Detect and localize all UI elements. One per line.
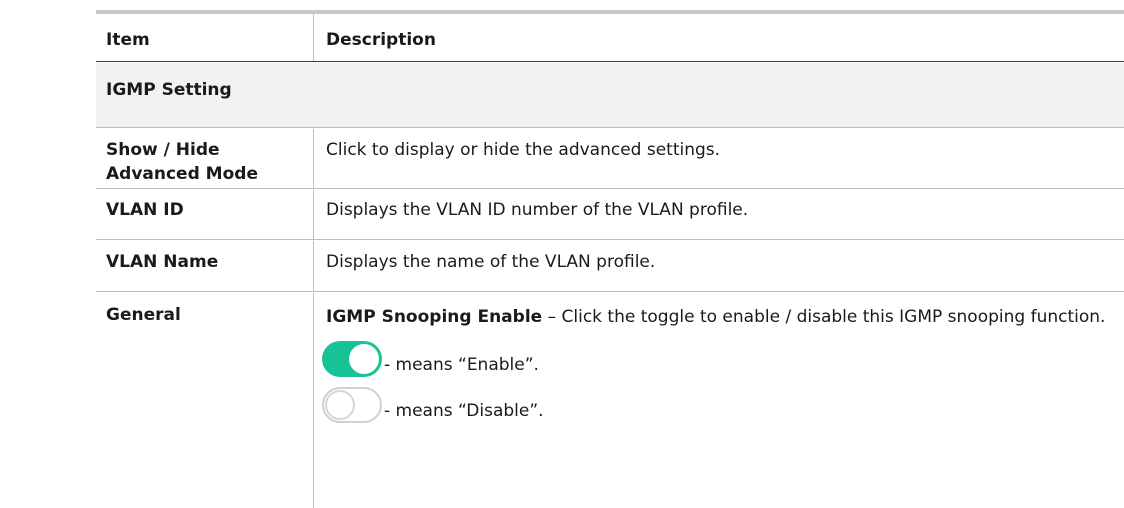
section-row: IGMP Setting xyxy=(96,63,1124,128)
section-title: IGMP Setting xyxy=(106,80,232,100)
igmp-snooping-paragraph: IGMP Snooping Enable – Click the toggle … xyxy=(326,304,1112,331)
row-item-vlan-name: VLAN Name xyxy=(96,241,314,291)
row-description-advanced-mode: Click to display or hide the advanced se… xyxy=(326,140,721,160)
row-item-general: General xyxy=(96,293,314,508)
enable-meaning-text: - means “Enable”. xyxy=(384,355,539,375)
igmp-snooping-description: Click the toggle to enable / disable thi… xyxy=(561,307,1106,327)
disable-example: - means “Disable”. xyxy=(322,377,1112,423)
table-row: General IGMP Snooping Enable – Click the… xyxy=(96,293,1124,508)
igmp-snooping-term: IGMP Snooping Enable xyxy=(326,307,543,327)
toggle-off-icon xyxy=(322,387,382,423)
row-description-vlan-id: Displays the VLAN ID number of the VLAN … xyxy=(326,200,749,220)
toggle-on-icon xyxy=(322,341,382,377)
toggle-knob xyxy=(349,344,379,374)
row-description-general: IGMP Snooping Enable – Click the toggle … xyxy=(315,293,1124,508)
row-item-vlan-id: VLAN ID xyxy=(96,190,314,239)
header-item: Item xyxy=(96,14,314,61)
description-table: Item Description IGMP Setting Show / Hid… xyxy=(96,10,1124,508)
row-description-vlan-name: Displays the name of the VLAN profile. xyxy=(326,252,656,272)
disable-meaning-text: - means “Disable”. xyxy=(384,401,544,421)
toggle-knob xyxy=(325,390,355,420)
term-dash: – xyxy=(542,307,562,327)
table-header-row: Item Description xyxy=(96,14,1124,62)
row-item-advanced-mode: Show / Hide Advanced Mode xyxy=(96,129,314,188)
header-description: Description xyxy=(326,30,436,50)
table-row: VLAN ID Displays the VLAN ID number of t… xyxy=(96,190,1124,240)
table-row: VLAN Name Displays the name of the VLAN … xyxy=(96,241,1124,292)
enable-example: - means “Enable”. xyxy=(322,331,1112,377)
table-row: Show / Hide Advanced Mode Click to displ… xyxy=(96,129,1124,189)
